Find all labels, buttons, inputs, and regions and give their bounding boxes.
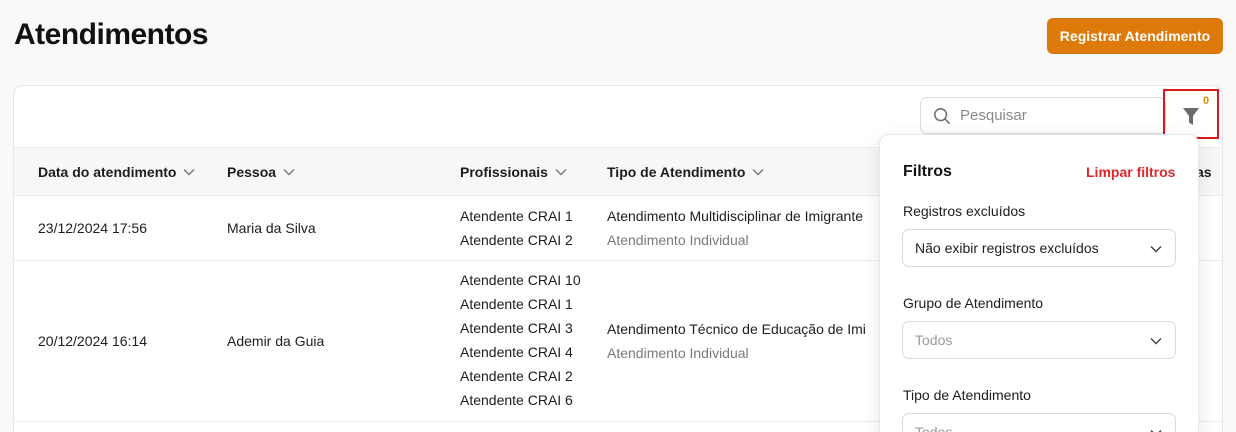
professional-name: Atendente CRAI 10 <box>460 272 581 288</box>
filters-title: Filtros <box>903 163 952 180</box>
filter-label-attendance-type: Tipo de Atendimento <box>903 387 1031 403</box>
column-header-person[interactable]: Pessoa <box>227 164 295 180</box>
deleted-records-select[interactable]: Não exibir registros excluídos <box>902 229 1176 267</box>
column-header-type[interactable]: Tipo de Atendimento <box>607 164 764 180</box>
chevron-down-icon <box>752 169 764 176</box>
attendance-subtype: Atendimento Individual <box>607 345 749 361</box>
attendance-type: Atendimento Multidisciplinar de Imigrant… <box>607 208 864 224</box>
professional-name: Atendente CRAI 6 <box>460 392 573 408</box>
date-cell: 20/12/2024 16:14 <box>38 333 147 349</box>
column-header-date[interactable]: Data do atendimento <box>38 164 195 180</box>
chevron-down-icon <box>283 169 295 176</box>
professional-name: Atendente CRAI 2 <box>460 232 573 248</box>
professional-name: Atendente CRAI 1 <box>460 296 573 312</box>
professionals-cell: Atendente CRAI 1 Atendente CRAI 2 <box>460 204 573 252</box>
chevron-down-icon <box>1150 245 1162 253</box>
chevron-down-icon <box>183 169 195 176</box>
filter-button[interactable] <box>1163 89 1219 139</box>
professional-name: Atendente CRAI 4 <box>460 344 573 360</box>
professional-name: Atendente CRAI 1 <box>460 208 573 224</box>
clear-filters-link[interactable]: Limpar filtros <box>1086 164 1175 180</box>
attendance-type-select[interactable]: Todos <box>902 413 1176 432</box>
type-cell: Atendimento Técnico de Educação de Imi A… <box>607 317 866 365</box>
column-header-label: Data do atendimento <box>38 164 177 180</box>
type-cell: Atendimento Multidisciplinar de Imigrant… <box>607 204 863 252</box>
date-cell: 23/12/2024 17:56 <box>38 220 147 236</box>
chevron-down-icon <box>1150 337 1162 345</box>
chevron-down-icon <box>555 169 567 176</box>
filter-count-badge: 0 <box>1203 95 1210 107</box>
column-header-label: Pessoa <box>227 164 277 180</box>
professional-name: Atendente CRAI 2 <box>460 368 573 384</box>
professionals-cell: Atendente CRAI 10 Atendente CRAI 1 Atend… <box>460 268 581 412</box>
search-box[interactable] <box>920 97 1166 134</box>
attendance-group-select[interactable]: Todos <box>902 321 1176 359</box>
person-cell: Ademir da Guia <box>227 333 325 349</box>
page-title: Atendimentos <box>14 18 209 51</box>
column-header-professionals[interactable]: Profissionais <box>460 164 567 180</box>
search-icon <box>934 107 950 124</box>
filter-label-attendance-group: Grupo de Atendimento <box>903 295 1044 311</box>
select-value: Não exibir registros excluídos <box>915 240 1099 256</box>
select-value: Todos <box>915 332 953 348</box>
column-header-label: Tipo de Atendimento <box>607 164 746 180</box>
attendance-subtype: Atendimento Individual <box>607 232 749 248</box>
professional-name: Atendente CRAI 3 <box>460 320 573 336</box>
filters-panel: Filtros Limpar filtros Registros excluíd… <box>879 134 1199 432</box>
column-header-label: Profissionais <box>460 164 548 180</box>
person-cell: Maria da Silva <box>227 220 316 236</box>
search-input[interactable] <box>960 107 1150 124</box>
filter-icon <box>1183 108 1199 125</box>
select-value: Todos <box>915 424 953 432</box>
filter-label-deleted-records: Registros excluídos <box>903 203 1026 219</box>
attendance-type: Atendimento Técnico de Educação de Imi <box>607 321 866 337</box>
register-attendance-button[interactable]: Registrar Atendimento <box>1047 18 1223 54</box>
